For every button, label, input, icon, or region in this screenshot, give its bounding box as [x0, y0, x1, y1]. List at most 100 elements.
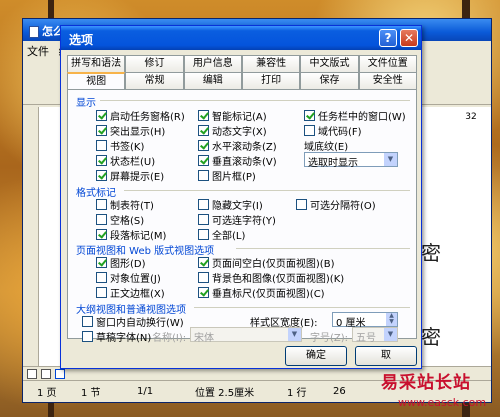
- checkbox-windows-in-taskbar[interactable]: 任务栏中的窗口(W): [304, 108, 406, 123]
- option-label: 全部(L): [212, 231, 246, 242]
- tab-save[interactable]: 保存: [300, 72, 359, 89]
- tab-security[interactable]: 安全性: [358, 72, 417, 89]
- field-shading-select[interactable]: 选取时显示 ▼: [304, 152, 398, 169]
- checkbox-icon[interactable]: [198, 140, 209, 151]
- checkbox-icon[interactable]: [96, 110, 107, 121]
- tab-user-info[interactable]: 用户信息: [183, 55, 242, 72]
- tab-view[interactable]: 视图: [67, 72, 126, 89]
- checkbox-spaces[interactable]: 空格(S): [96, 212, 144, 227]
- tab-asian-typography[interactable]: 中文版式: [300, 55, 359, 72]
- checkbox-text-boundaries[interactable]: 正文边框(X): [96, 285, 165, 300]
- checkbox-icon[interactable]: [198, 229, 209, 240]
- checkbox-status-bar[interactable]: 状态栏(U): [96, 153, 155, 168]
- checkbox-icon[interactable]: [96, 170, 107, 181]
- page-view-icon[interactable]: [55, 369, 65, 379]
- tab-general[interactable]: 常规: [125, 72, 184, 89]
- option-label: 空格(S): [110, 216, 145, 227]
- checkbox-hidden-text[interactable]: 隐藏文字(I): [198, 197, 263, 212]
- checkbox-icon[interactable]: [96, 257, 107, 268]
- checkbox-drawings[interactable]: 图形(D): [96, 255, 146, 270]
- checkbox-wrap-to-window[interactable]: 窗口内自动换行(W): [82, 314, 184, 329]
- option-label: 窗口内自动换行(W): [96, 318, 184, 329]
- tab-compatibility[interactable]: 兼容性: [241, 55, 301, 72]
- checkbox-screen-tips[interactable]: 屏幕提示(E): [96, 168, 164, 183]
- option-label: 域底纹(E): [304, 142, 349, 153]
- style-area-width-input[interactable]: 0 厘米 ▲ ▼: [332, 312, 398, 329]
- tab-file-locations[interactable]: 文件位置: [358, 55, 417, 72]
- checkbox-icon[interactable]: [198, 287, 209, 298]
- checkbox-paragraph-marks[interactable]: 段落标记(M): [96, 227, 166, 242]
- checkbox-icon[interactable]: [198, 214, 209, 225]
- checkbox-smart-tags[interactable]: 智能标记(A): [198, 108, 267, 123]
- checkbox-icon[interactable]: [96, 199, 107, 210]
- tab-edit[interactable]: 编辑: [183, 72, 242, 89]
- checkbox-icon[interactable]: [96, 214, 107, 225]
- option-label: 突出显示(H): [110, 127, 166, 138]
- checkbox-white-space-between-pages[interactable]: 页面间空白(仅页面视图)(B): [198, 255, 334, 270]
- font-size-select[interactable]: 五号 ▼: [352, 327, 398, 344]
- normal-view-icon[interactable]: [27, 369, 37, 379]
- checkbox-icon[interactable]: [96, 287, 107, 298]
- checkbox-field-codes[interactable]: 域代码(F): [304, 123, 362, 138]
- checkbox-icon[interactable]: [96, 125, 107, 136]
- checkbox-icon[interactable]: [198, 199, 209, 210]
- option-label: 水平滚动条(Z): [212, 142, 277, 153]
- web-view-icon[interactable]: [41, 369, 51, 379]
- checkbox-background-colors[interactable]: 背景色和图像(仅页面视图)(K): [198, 270, 344, 285]
- checkbox-picture-placeholders[interactable]: 图片框(P): [198, 168, 256, 183]
- close-button[interactable]: ✕: [400, 29, 418, 47]
- option-label: 图片框(P): [212, 172, 256, 183]
- checkbox-icon[interactable]: [96, 140, 107, 151]
- checkbox-optional-breaks[interactable]: 可选分隔符(O): [296, 197, 376, 212]
- checkbox-icon[interactable]: [198, 110, 209, 121]
- tab-track-changes[interactable]: 修订: [125, 55, 184, 72]
- checkbox-highlight[interactable]: 突出显示(H): [96, 123, 165, 138]
- status-line: 1 行: [287, 388, 307, 399]
- option-label: 动态文字(X): [212, 127, 267, 138]
- checkbox-object-anchors[interactable]: 对象位置(J): [96, 270, 161, 285]
- font-name-select[interactable]: 宋体 ▼: [190, 327, 302, 344]
- status-page: 1 页: [37, 388, 57, 399]
- checkbox-icon[interactable]: [198, 272, 209, 283]
- checkbox-vertical-ruler[interactable]: 垂直标尺(仅页面视图)(C): [198, 285, 325, 300]
- checkbox-icon[interactable]: [96, 272, 107, 283]
- checkbox-icon[interactable]: [82, 331, 93, 342]
- option-label: 草稿字体(N): [96, 333, 152, 344]
- checkbox-icon[interactable]: [198, 125, 209, 136]
- checkbox-icon[interactable]: [304, 110, 315, 121]
- option-label: 书签(K): [110, 142, 145, 153]
- checkbox-all-marks[interactable]: 全部(L): [198, 227, 245, 242]
- checkbox-bookmarks[interactable]: 书签(K): [96, 138, 144, 153]
- help-button[interactable]: ?: [379, 29, 397, 47]
- checkbox-optional-hyphens[interactable]: 可选连字符(Y): [198, 212, 276, 227]
- tab-spelling-grammar[interactable]: 拼写和语法: [67, 55, 126, 72]
- chevron-down-icon[interactable]: ▼: [384, 153, 397, 166]
- ruler-number: 32: [465, 112, 477, 122]
- checkbox-icon[interactable]: [296, 199, 307, 210]
- checkbox-icon[interactable]: [304, 125, 315, 136]
- checkbox-icon[interactable]: [198, 257, 209, 268]
- dialog-title: 选项: [69, 33, 94, 47]
- checkbox-vertical-scrollbar[interactable]: 垂直滚动条(V): [198, 153, 277, 168]
- chevron-down-icon[interactable]: ▼: [384, 328, 397, 341]
- checkbox-icon[interactable]: [82, 316, 93, 327]
- ok-button[interactable]: 确定: [285, 346, 347, 366]
- spinner-arrows-icon[interactable]: ▲ ▼: [386, 313, 397, 326]
- cancel-button[interactable]: 取: [355, 346, 417, 366]
- checkbox-icon[interactable]: [96, 155, 107, 166]
- menu-file[interactable]: 文件: [27, 45, 49, 58]
- checkbox-horizontal-scrollbar[interactable]: 水平滚动条(Z): [198, 138, 277, 153]
- field-shading-label: 域底纹(E): [304, 138, 348, 153]
- checkbox-animated-text[interactable]: 动态文字(X): [198, 123, 267, 138]
- chevron-down-icon[interactable]: ▼: [288, 328, 301, 341]
- checkbox-icon[interactable]: [198, 170, 209, 181]
- option-label: 名称(I):: [152, 333, 187, 344]
- tab-print[interactable]: 打印: [241, 72, 301, 89]
- checkbox-icon[interactable]: [198, 155, 209, 166]
- watermark-url: www.easck.com: [398, 396, 487, 409]
- checkbox-startup-task-pane[interactable]: 启动任务窗格(R): [96, 108, 185, 123]
- checkbox-draft-font[interactable]: 草稿字体(N): [82, 329, 151, 344]
- dialog-title-bar[interactable]: 选项 ? ✕: [61, 26, 421, 50]
- checkbox-tab-characters[interactable]: 制表符(T): [96, 197, 154, 212]
- checkbox-icon[interactable]: [96, 229, 107, 240]
